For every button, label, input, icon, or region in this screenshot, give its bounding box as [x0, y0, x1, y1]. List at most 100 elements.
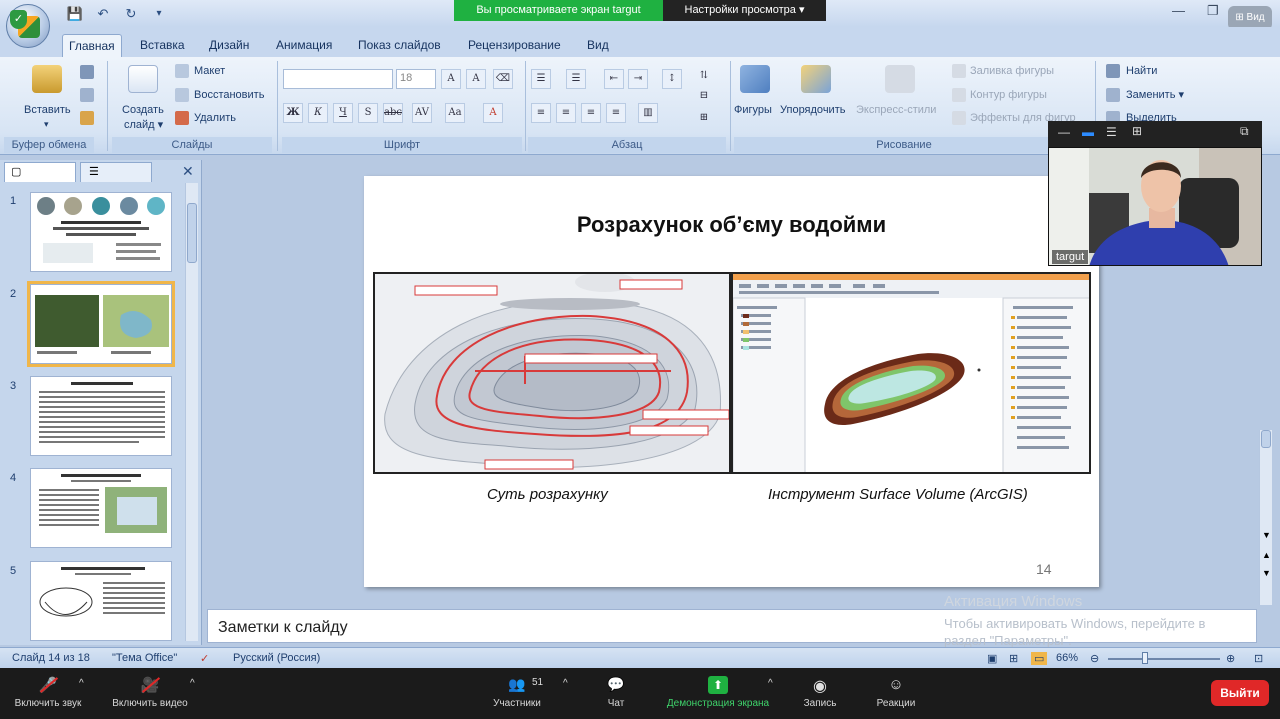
- replace-button[interactable]: Заменить ▾: [1126, 88, 1184, 102]
- prev-slide-icon[interactable]: ▲: [1262, 550, 1271, 560]
- slide-thumbnail-selected[interactable]: [27, 281, 175, 367]
- italic-icon[interactable]: К: [308, 103, 328, 123]
- char-spacing-icon[interactable]: AV: [412, 103, 432, 123]
- smartart-icon[interactable]: ⊞: [694, 109, 714, 129]
- decrease-indent-icon[interactable]: ⇤: [604, 69, 624, 89]
- speaker-view-icon[interactable]: ▬: [1082, 125, 1094, 139]
- font-color-icon[interactable]: A: [483, 103, 503, 123]
- start-video-button[interactable]: 🎥 Включить видео: [102, 668, 198, 719]
- change-case-icon[interactable]: Aa: [445, 103, 465, 123]
- save-icon[interactable]: 💾: [66, 6, 84, 22]
- scrollbar-thumb[interactable]: [1261, 430, 1271, 448]
- zoom-slider[interactable]: [1108, 658, 1220, 660]
- clear-format-icon[interactable]: ⌫: [493, 69, 513, 89]
- underline-icon[interactable]: Ч: [333, 103, 353, 123]
- participants-chevron-icon[interactable]: ^: [563, 678, 568, 689]
- share-options-chevron-icon[interactable]: ^: [768, 678, 773, 689]
- tab-insert[interactable]: Вставка: [134, 34, 191, 57]
- new-slide-button[interactable]: Создать: [122, 103, 164, 117]
- align-center-icon[interactable]: ≡: [556, 103, 576, 123]
- shapes-icon[interactable]: [740, 65, 770, 93]
- bold-icon[interactable]: Ж: [283, 103, 303, 123]
- tab-outline[interactable]: ☰: [80, 162, 152, 182]
- strip-view-icon[interactable]: ☰: [1106, 125, 1117, 139]
- scroll-down-icon[interactable]: ▼: [1262, 530, 1271, 540]
- tab-animation[interactable]: Анимация: [270, 34, 338, 57]
- cut-icon[interactable]: [80, 65, 94, 79]
- share-screen-button[interactable]: ⬆ Демонстрация экрана: [656, 668, 780, 719]
- spellcheck-icon[interactable]: ✓: [200, 652, 209, 665]
- bullets-icon[interactable]: ☰: [531, 69, 551, 89]
- reactions-button[interactable]: ☺ Реакции: [868, 668, 924, 719]
- arrange-icon[interactable]: [801, 65, 831, 93]
- tab-design[interactable]: Дизайн: [203, 34, 255, 57]
- slide-canvas[interactable]: Розрахунок об’єму водойми Суть розрахунк…: [364, 176, 1099, 587]
- unmute-button[interactable]: 🎤 Включить звук: [6, 668, 90, 719]
- minimize-video-icon[interactable]: —: [1058, 125, 1070, 139]
- font-size-combo[interactable]: 18: [396, 69, 436, 89]
- redo-icon[interactable]: ↻: [122, 6, 140, 22]
- layout-button[interactable]: Макет: [194, 64, 225, 78]
- slide-thumbnail[interactable]: [30, 192, 172, 272]
- contour-figure[interactable]: [373, 272, 731, 474]
- shrink-font-icon[interactable]: A: [466, 69, 486, 89]
- zoom-percent[interactable]: 66%: [1056, 652, 1078, 664]
- text-direction-icon[interactable]: ⇅: [694, 67, 714, 87]
- columns-icon[interactable]: ▥: [638, 103, 658, 123]
- language-indicator[interactable]: Русский (Россия): [233, 652, 320, 664]
- quick-styles-icon[interactable]: [885, 65, 915, 93]
- tab-view[interactable]: Вид: [581, 34, 615, 57]
- undo-icon[interactable]: ↶: [94, 6, 112, 22]
- view-settings-button[interactable]: Настройки просмотра ▾: [663, 0, 826, 21]
- close-panel-icon[interactable]: ✕: [182, 163, 194, 180]
- copy-icon[interactable]: [80, 88, 94, 102]
- find-button[interactable]: Найти: [1126, 64, 1157, 78]
- align-text-icon[interactable]: ⊟: [694, 87, 714, 107]
- align-right-icon[interactable]: ≡: [581, 103, 601, 123]
- align-left-icon[interactable]: ≡: [531, 103, 551, 123]
- slide-scrollbar[interactable]: ▼ ▲ ▼: [1259, 430, 1272, 605]
- paste-icon[interactable]: [32, 65, 62, 93]
- reset-button[interactable]: Восстановить: [194, 88, 264, 102]
- caption-right[interactable]: Інструмент Surface Volume (ArcGIS): [768, 486, 1028, 503]
- normal-view-icon[interactable]: ▣: [987, 652, 997, 665]
- minimize-icon[interactable]: —: [1172, 3, 1185, 18]
- strikethrough-icon[interactable]: abc: [383, 103, 403, 123]
- slideshow-view-icon[interactable]: ▭: [1031, 652, 1048, 665]
- record-button[interactable]: ◉ Запись: [796, 668, 844, 719]
- exit-fullscreen-icon[interactable]: ⧉: [1240, 124, 1249, 139]
- leave-meeting-button[interactable]: Выйти: [1211, 680, 1269, 706]
- paste-dropdown-icon[interactable]: ▾: [44, 117, 49, 131]
- format-painter-icon[interactable]: [80, 111, 94, 125]
- zoom-out-icon[interactable]: ⊖: [1090, 652, 1099, 665]
- audio-options-chevron-icon[interactable]: ^: [79, 678, 84, 689]
- scrollbar-thumb[interactable]: [187, 203, 197, 263]
- new-slide-button-line2[interactable]: слайд ▾: [124, 118, 163, 132]
- new-slide-icon[interactable]: [128, 65, 158, 93]
- participants-button[interactable]: 👥 Участники: [485, 668, 549, 719]
- arrange-button[interactable]: Упорядочить: [780, 103, 845, 117]
- caption-left[interactable]: Суть розрахунку: [487, 486, 608, 503]
- qat-dropdown-icon[interactable]: ▾: [150, 8, 168, 19]
- shapes-button[interactable]: Фигуры: [734, 103, 772, 117]
- fit-slide-icon[interactable]: ⊡: [1254, 652, 1263, 665]
- video-options-chevron-icon[interactable]: ^: [190, 678, 195, 689]
- zoom-in-icon[interactable]: ⊕: [1226, 652, 1235, 665]
- shadow-icon[interactable]: S: [358, 103, 378, 123]
- tab-slideshow[interactable]: Показ слайдов: [352, 34, 447, 57]
- gallery-view-icon[interactable]: ⊞: [1132, 124, 1142, 138]
- slide-thumbnail[interactable]: [30, 468, 172, 548]
- zoom-slider-handle[interactable]: [1142, 652, 1148, 664]
- slide-title[interactable]: Розрахунок об’єму водойми: [364, 212, 1099, 238]
- quick-styles-button[interactable]: Экспресс-стили: [856, 103, 936, 117]
- restore-icon[interactable]: ❐: [1207, 3, 1219, 19]
- line-spacing-icon[interactable]: ↕: [662, 69, 682, 89]
- numbering-icon[interactable]: ☰: [566, 69, 586, 89]
- arcgis-screenshot[interactable]: [731, 272, 1091, 474]
- slide-sorter-icon[interactable]: ⊞: [1009, 652, 1018, 665]
- tab-slides-thumbnails[interactable]: ▢: [4, 162, 76, 182]
- thumbnails-scrollbar[interactable]: [185, 183, 198, 641]
- font-family-combo[interactable]: [283, 69, 393, 89]
- slide-thumbnail[interactable]: [30, 376, 172, 456]
- slide-thumbnail[interactable]: [30, 561, 172, 641]
